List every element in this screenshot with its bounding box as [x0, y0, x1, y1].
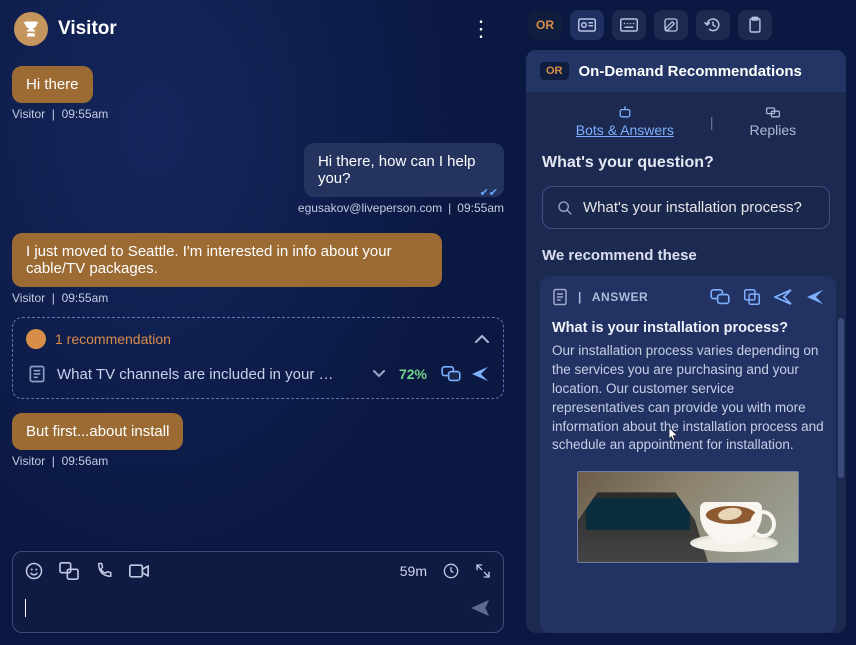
document-icon [27, 364, 47, 384]
search-box[interactable] [542, 186, 830, 229]
session-timer: 59m [400, 563, 427, 579]
text-caret [25, 599, 26, 617]
message-time: 09:56am [62, 454, 109, 468]
keyboard-icon[interactable] [612, 10, 646, 40]
phone-icon[interactable] [95, 562, 113, 580]
expand-icon[interactable] [475, 563, 491, 579]
video-icon[interactable] [129, 563, 149, 579]
insert-answer-icon[interactable] [774, 289, 792, 305]
answer-body: Our installation process varies dependin… [552, 342, 824, 455]
emoji-picker-icon[interactable] [25, 562, 43, 580]
inline-recommendation-card: 1 recommendation What TV channels are in… [12, 317, 504, 399]
message-time: 09:55am [457, 201, 504, 215]
edit-icon[interactable] [654, 10, 688, 40]
answer-card: | ANSWER What is your [540, 276, 836, 633]
send-button[interactable] [469, 598, 491, 618]
confidence-score: 72% [395, 366, 431, 382]
visitor-message: But first...about install [12, 413, 183, 450]
copy-answer-icon[interactable] [744, 289, 760, 305]
question-prompt: What's your question? [526, 148, 846, 182]
answer-type-label: ANSWER [592, 290, 648, 304]
send-answer-icon[interactable] [806, 289, 824, 305]
collapse-toggle[interactable] [475, 334, 489, 344]
recommendation-count-label: 1 recommendation [55, 331, 171, 347]
message-sender: Visitor [12, 454, 45, 468]
clock-icon[interactable] [443, 563, 459, 579]
tab-divider: | [710, 114, 714, 130]
agent-message: Hi there, how can I help you? [304, 143, 504, 197]
visitor-avatar-trophy [14, 12, 48, 46]
preview-conversation-icon[interactable] [441, 366, 461, 382]
recommendations-heading: We recommend these [526, 229, 846, 272]
answer-title: What is your installation process? [552, 320, 824, 336]
visitor-message: Hi there [12, 66, 93, 103]
canned-response-icon[interactable] [59, 562, 79, 580]
answer-image [577, 471, 799, 563]
profile-card-icon[interactable] [570, 10, 604, 40]
or-badge: OR [540, 62, 569, 80]
or-tab-button[interactable]: OR [528, 10, 562, 40]
visitor-message: I just moved to Seattle. I'm interested … [12, 233, 442, 287]
chevron-down-icon[interactable] [373, 369, 385, 379]
message-time: 09:55am [62, 291, 109, 305]
tab-label: Bots & Answers [576, 122, 674, 138]
message-time: 09:55am [62, 107, 109, 121]
more-menu-button[interactable]: ⋮ [460, 12, 502, 46]
search-input[interactable] [583, 199, 815, 216]
panel-title: On-Demand Recommendations [579, 63, 802, 80]
send-recommendation-icon[interactable] [471, 366, 489, 382]
document-icon [552, 288, 568, 306]
scrollbar[interactable] [838, 318, 844, 478]
preview-conversation-icon[interactable] [710, 289, 730, 305]
message-meta: Visitor | 09:55am [12, 107, 504, 121]
message-sender: egusakov@liveperson.com [298, 201, 442, 215]
read-receipt-icon: ✔✔ [480, 186, 498, 199]
clipboard-icon[interactable] [738, 10, 772, 40]
message-input[interactable] [13, 590, 503, 632]
message-meta: Visitor | 09:55am [12, 291, 504, 305]
message-meta: egusakov@liveperson.com | 09:55am [12, 201, 504, 215]
message-sender: Visitor [12, 291, 45, 305]
message-sender: Visitor [12, 107, 45, 121]
recommendation-icon [27, 330, 45, 348]
tab-label: Replies [749, 122, 796, 138]
tab-replies[interactable]: Replies [749, 106, 796, 138]
composer: 59m [12, 551, 504, 633]
tab-bots-answers[interactable]: Bots & Answers [576, 106, 674, 138]
chat-title: Visitor [58, 18, 460, 40]
message-meta: Visitor | 09:56am [12, 454, 504, 468]
recommendation-item-title[interactable]: What TV channels are included in your … [57, 366, 363, 383]
divider: | [578, 290, 582, 304]
search-icon [557, 200, 573, 216]
history-icon[interactable] [696, 10, 730, 40]
